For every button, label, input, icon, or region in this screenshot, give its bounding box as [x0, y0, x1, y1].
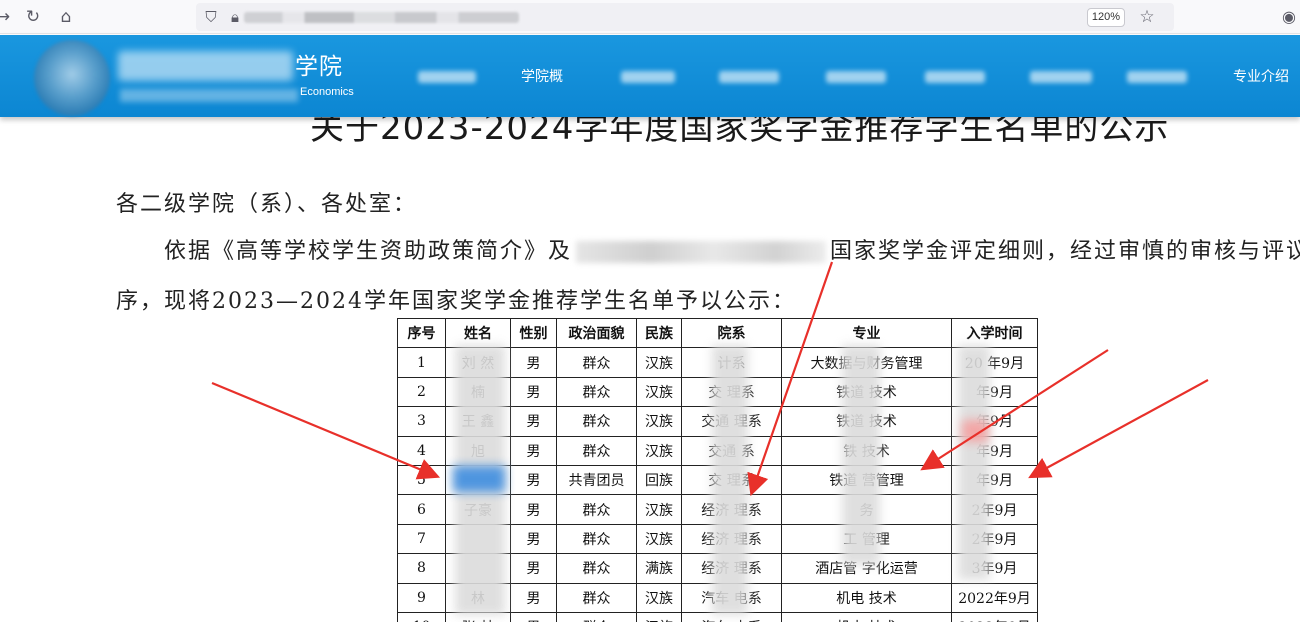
- college-name-redacted: [118, 51, 293, 81]
- table-cell: 男: [510, 464, 557, 496]
- highlight-redaction: [453, 466, 505, 492]
- table-cell: 群众: [556, 494, 637, 525]
- col-header: 院系: [681, 317, 782, 349]
- college-english-name-redacted: [120, 89, 298, 102]
- col-header: 姓名: [445, 317, 511, 349]
- table-cell: 7: [397, 523, 446, 555]
- college-logo-icon[interactable]: [34, 40, 110, 116]
- table-cell: 机电 技术: [781, 611, 952, 622]
- table-cell: 回族: [636, 464, 682, 496]
- col-header: 专业: [781, 317, 952, 349]
- department-column-redaction: [712, 345, 748, 615]
- shield-icon[interactable]: ⛉: [202, 7, 220, 27]
- table-cell: 男: [510, 523, 557, 555]
- table-cell: 2022年9月: [951, 582, 1038, 613]
- institution-name-redacted: [576, 241, 827, 263]
- table-cell: 群众: [556, 376, 637, 408]
- table-cell: 男: [510, 553, 557, 584]
- nav-item-redacted[interactable]: [925, 71, 985, 83]
- table-cell: 汉族: [636, 376, 682, 408]
- red-arrow: [1028, 379, 1209, 479]
- url-text-redacted: [244, 12, 519, 23]
- table-cell: 男: [510, 611, 557, 622]
- table-cell: 2: [397, 376, 446, 408]
- col-header: 性别: [510, 317, 557, 349]
- table-cell: 汉族: [636, 523, 682, 555]
- year-column-redaction: [958, 345, 990, 580]
- col-header: 民族: [636, 317, 682, 349]
- paragraph-2: 序，现将2023—2024学年国家奖学金推荐学生名单予以公示：: [116, 289, 796, 314]
- table-cell: 群众: [556, 435, 637, 466]
- site-header: 学院 Economics 学院概 专业介绍: [0, 35, 1300, 117]
- table-cell: 9: [397, 582, 446, 613]
- table-cell: 2022年9月: [951, 611, 1038, 622]
- col-header: 政治面貌: [556, 317, 637, 349]
- red-redaction: [962, 420, 988, 442]
- nav-item-redacted[interactable]: [719, 71, 779, 83]
- nav-item-redacted[interactable]: [826, 71, 886, 83]
- nav-item-majors[interactable]: 专业介绍: [1233, 67, 1289, 87]
- college-name-tail: 学院: [295, 54, 343, 80]
- table-cell: 3: [397, 406, 446, 437]
- nav-item-redacted[interactable]: [418, 71, 476, 83]
- table-cell: 男: [510, 376, 557, 408]
- major-column-redaction: [842, 345, 880, 565]
- home-icon[interactable]: ⌂: [55, 6, 77, 28]
- nav-item-redacted[interactable]: [1127, 71, 1187, 83]
- star-icon[interactable]: ☆: [1136, 6, 1158, 28]
- salutation: 各二级学院（系）、各处室：: [116, 192, 418, 217]
- col-header: 入学时间: [951, 317, 1038, 349]
- table-cell: 1: [397, 347, 446, 378]
- table-cell: 汉族: [636, 611, 682, 622]
- table-cell: 男: [510, 347, 557, 378]
- table-cell: 6: [397, 494, 446, 525]
- table-cell: 男: [510, 435, 557, 466]
- table-cell: 10: [397, 611, 446, 622]
- college-english-name-tail: Economics: [300, 86, 354, 98]
- col-header: 序号: [397, 317, 446, 349]
- table-cell: 群众: [556, 406, 637, 437]
- paragraph-1-start: 依据《高等学校学生资助政策简介》及: [164, 239, 573, 264]
- table-cell: 共青团员: [556, 464, 637, 496]
- nav-item-about[interactable]: 学院概: [521, 67, 563, 87]
- table-cell: 男: [510, 406, 557, 437]
- table-cell: 4: [397, 435, 446, 466]
- nav-item-redacted[interactable]: [621, 71, 675, 83]
- lock-icon[interactable]: 🔒︎: [226, 7, 244, 27]
- reload-icon[interactable]: ↻: [22, 6, 44, 28]
- table-cell: 8: [397, 553, 446, 584]
- table-cell: 机电 技术: [781, 582, 952, 613]
- table-cell: 汉族: [636, 435, 682, 466]
- table-cell: 群众: [556, 553, 637, 584]
- table-cell: 群众: [556, 347, 637, 378]
- back-arrow-icon[interactable]: →: [0, 6, 14, 28]
- browser-toolbar: → ↻ ⌂ ⛉ 🔒︎ 120% ☆ ◉: [0, 0, 1300, 34]
- nav-item-redacted[interactable]: [1030, 71, 1092, 83]
- table-header-row: 序号 姓名 性别 政治面貌 民族 院系 专业 入学时间: [397, 317, 1038, 349]
- url-bar[interactable]: ⛉ 🔒︎ 120% ☆: [196, 3, 1174, 31]
- zoom-level-badge[interactable]: 120%: [1087, 8, 1125, 27]
- table-cell: 5: [397, 464, 446, 496]
- table-cell: 汉族: [636, 406, 682, 437]
- table-cell: 群众: [556, 611, 637, 622]
- table-cell: 满族: [636, 553, 682, 584]
- table-cell: 群众: [556, 523, 637, 555]
- table-cell: 汉族: [636, 582, 682, 613]
- table-cell: 群众: [556, 582, 637, 613]
- account-icon[interactable]: ◉: [1278, 6, 1300, 28]
- table-cell: 汉族: [636, 347, 682, 378]
- table-cell: 男: [510, 494, 557, 525]
- table-cell: 男: [510, 582, 557, 613]
- table-cell: 汉族: [636, 494, 682, 525]
- paragraph-1-end: 国家奖学金评定细则，经过审慎的审核与评议程: [830, 239, 1300, 264]
- paragraph-1: 依据《高等学校学生资助政策简介》及 国家奖学金评定细则，经过审慎的审核与评议程: [164, 233, 1300, 265]
